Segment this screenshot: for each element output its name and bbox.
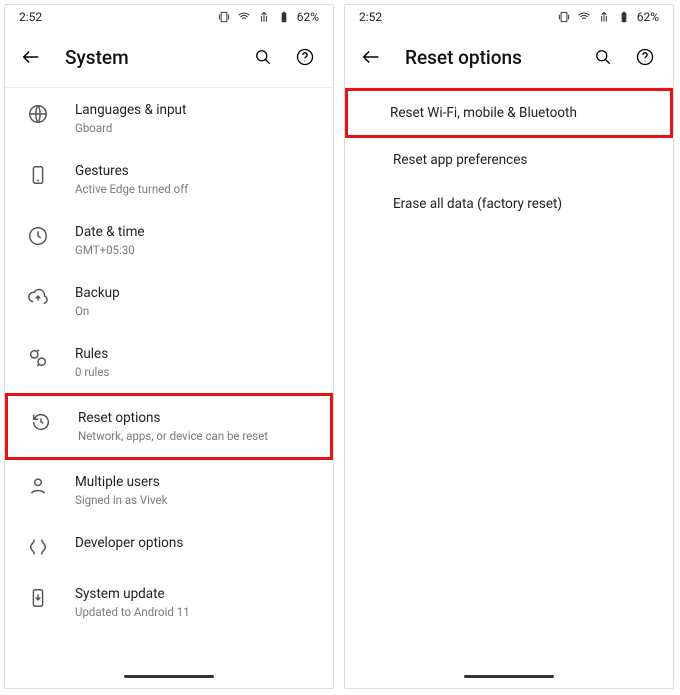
item-label: Backup xyxy=(75,285,120,301)
item-label: Gestures xyxy=(75,163,188,179)
screen-system: 2:52 62% System Languages & input Gboard … xyxy=(4,4,334,689)
status-right: 62% xyxy=(557,10,659,24)
search-button[interactable] xyxy=(589,43,617,71)
vibrate-icon xyxy=(217,10,231,24)
status-battery: 62% xyxy=(637,10,659,24)
item-label: Reset app preferences xyxy=(393,152,527,168)
item-system-update[interactable]: System update Updated to Android 11 xyxy=(5,572,333,633)
item-gestures[interactable]: Gestures Active Edge turned off xyxy=(5,149,333,210)
item-rules[interactable]: Rules 0 rules xyxy=(5,332,333,393)
back-button[interactable] xyxy=(359,45,383,69)
item-label: Languages & input xyxy=(75,102,186,118)
globe-icon xyxy=(27,103,49,125)
item-languages-input[interactable]: Languages & input Gboard xyxy=(5,88,333,149)
signal-icon xyxy=(597,10,611,24)
status-bar: 2:52 62% xyxy=(345,5,673,29)
reset-list: Reset Wi-Fi, mobile & Bluetooth Reset ap… xyxy=(345,88,673,688)
user-icon xyxy=(27,475,49,497)
arrow-left-icon xyxy=(20,46,42,68)
page-title: Reset options xyxy=(405,46,589,69)
nav-handle[interactable] xyxy=(464,675,554,678)
item-sub: Active Edge turned off xyxy=(75,182,188,196)
item-label: Reset options xyxy=(78,410,268,426)
status-time: 2:52 xyxy=(19,10,42,24)
item-reset-wifi-mobile-bluetooth[interactable]: Reset Wi-Fi, mobile & Bluetooth xyxy=(345,88,673,138)
status-time: 2:52 xyxy=(359,10,382,24)
help-icon xyxy=(635,47,655,67)
app-bar: Reset options xyxy=(345,29,673,88)
item-sub: Signed in as Vivek xyxy=(75,493,167,507)
battery-icon xyxy=(617,10,631,24)
battery-icon xyxy=(277,10,291,24)
item-sub: GMT+05:30 xyxy=(75,243,145,257)
app-bar: System xyxy=(5,29,333,88)
search-icon xyxy=(253,47,273,67)
item-sub: On xyxy=(75,304,120,318)
help-icon xyxy=(295,47,315,67)
item-sub: Updated to Android 11 xyxy=(75,605,190,619)
item-developer-options[interactable]: Developer options xyxy=(5,521,333,572)
search-button[interactable] xyxy=(249,43,277,71)
wifi-icon xyxy=(577,10,591,24)
rules-icon xyxy=(27,347,49,369)
signal-icon xyxy=(257,10,271,24)
item-label: Rules xyxy=(75,346,109,362)
item-multiple-users[interactable]: Multiple users Signed in as Vivek xyxy=(5,460,333,521)
help-button[interactable] xyxy=(291,43,319,71)
arrow-left-icon xyxy=(360,46,382,68)
item-reset-app-preferences[interactable]: Reset app preferences xyxy=(345,138,673,182)
reset-icon xyxy=(30,411,52,433)
item-label: Multiple users xyxy=(75,474,167,490)
page-title: System xyxy=(65,46,249,69)
settings-list: Languages & input Gboard Gestures Active E… xyxy=(5,88,333,688)
item-label: Reset Wi-Fi, mobile & Bluetooth xyxy=(390,105,577,121)
item-backup[interactable]: Backup On xyxy=(5,271,333,332)
item-label: Date & time xyxy=(75,224,145,240)
backup-icon xyxy=(27,286,49,308)
item-erase-all-data[interactable]: Erase all data (factory reset) xyxy=(345,182,673,226)
help-button[interactable] xyxy=(631,43,659,71)
clock-icon xyxy=(27,225,49,247)
item-date-time[interactable]: Date & time GMT+05:30 xyxy=(5,210,333,271)
search-icon xyxy=(593,47,613,67)
wifi-icon xyxy=(237,10,251,24)
item-reset-options[interactable]: Reset options Network, apps, or device ca… xyxy=(5,393,333,460)
item-label: Developer options xyxy=(75,535,183,551)
status-battery: 62% xyxy=(297,10,319,24)
item-sub: Gboard xyxy=(75,121,186,135)
vibrate-icon xyxy=(557,10,571,24)
status-right: 62% xyxy=(217,10,319,24)
item-sub: Network, apps, or device can be reset xyxy=(78,429,268,443)
developer-icon xyxy=(27,536,49,558)
system-update-icon xyxy=(27,587,49,609)
item-sub: 0 rules xyxy=(75,365,109,379)
item-label: System update xyxy=(75,586,190,602)
screen-reset-options: 2:52 62% Reset options Reset Wi-Fi, mobi… xyxy=(344,4,674,689)
gestures-icon xyxy=(27,164,49,186)
nav-handle[interactable] xyxy=(124,675,214,678)
status-bar: 2:52 62% xyxy=(5,5,333,29)
item-label: Erase all data (factory reset) xyxy=(393,196,562,212)
back-button[interactable] xyxy=(19,45,43,69)
